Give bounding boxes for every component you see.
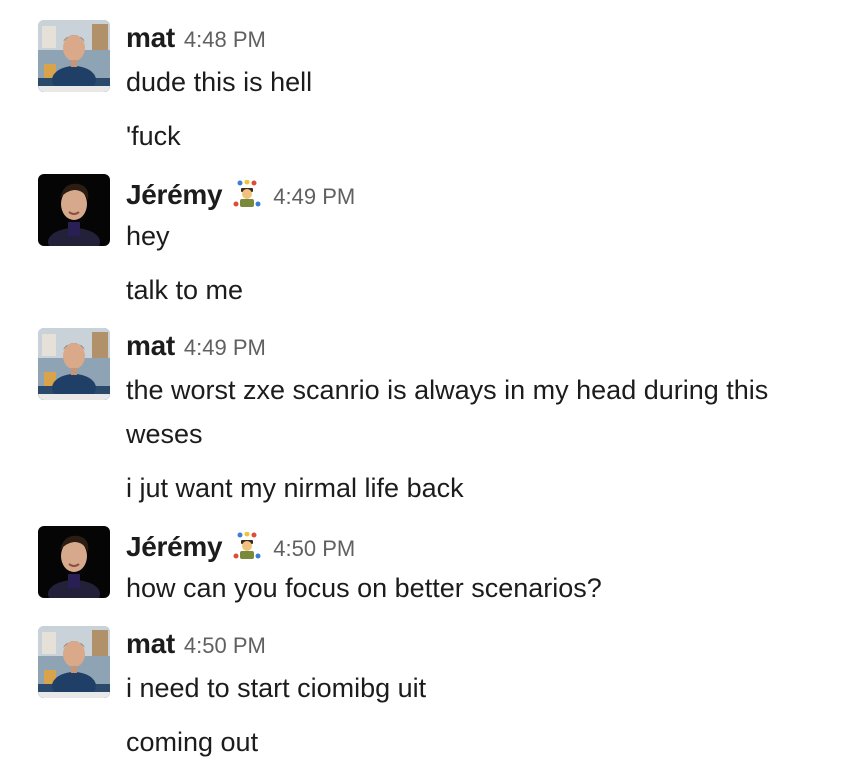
timestamp[interactable]: 4:49 PM (273, 184, 355, 210)
message-text: dude this is hell (126, 67, 313, 97)
message-text: i need to start ciomibg uit (126, 673, 427, 703)
avatar-mat[interactable] (38, 626, 110, 698)
author-name[interactable]: mat (126, 628, 175, 660)
message-header: mat 4:48 PM (126, 22, 266, 56)
message-text: hey (126, 221, 170, 251)
juggler-emoji-icon[interactable] (232, 531, 262, 560)
message-text: how can you focus on better scenarios? (126, 573, 602, 603)
author-name[interactable]: Jérémy (126, 531, 223, 563)
avatar-mat[interactable] (38, 20, 110, 92)
avatar-jeremy[interactable] (38, 526, 110, 598)
message-header: mat 4:50 PM (126, 628, 266, 662)
timestamp[interactable]: 4:50 PM (184, 633, 266, 659)
timestamp[interactable]: 4:50 PM (273, 536, 355, 562)
author-name[interactable]: mat (126, 22, 175, 54)
message-text: i jut want my nirmal life back (126, 473, 464, 503)
message-header: Jérémy 4:50 PM (126, 528, 355, 562)
message-text: coming out (126, 727, 259, 757)
message-header: mat 4:49 PM (126, 330, 266, 364)
message-text: talk to me (126, 275, 244, 305)
author-name[interactable]: mat (126, 330, 175, 362)
timestamp[interactable]: 4:49 PM (184, 335, 266, 361)
timestamp[interactable]: 4:48 PM (184, 27, 266, 53)
message-header: Jérémy 4:49 PM (126, 176, 355, 210)
message-text: the worst zxe scanrio is always in my he… (126, 375, 769, 405)
message-text: 'fuck (126, 121, 181, 151)
avatar-jeremy[interactable] (38, 174, 110, 246)
author-name[interactable]: Jérémy (126, 179, 223, 211)
juggler-emoji-icon[interactable] (232, 179, 262, 208)
message-text: weses (126, 419, 203, 449)
avatar-mat[interactable] (38, 328, 110, 400)
